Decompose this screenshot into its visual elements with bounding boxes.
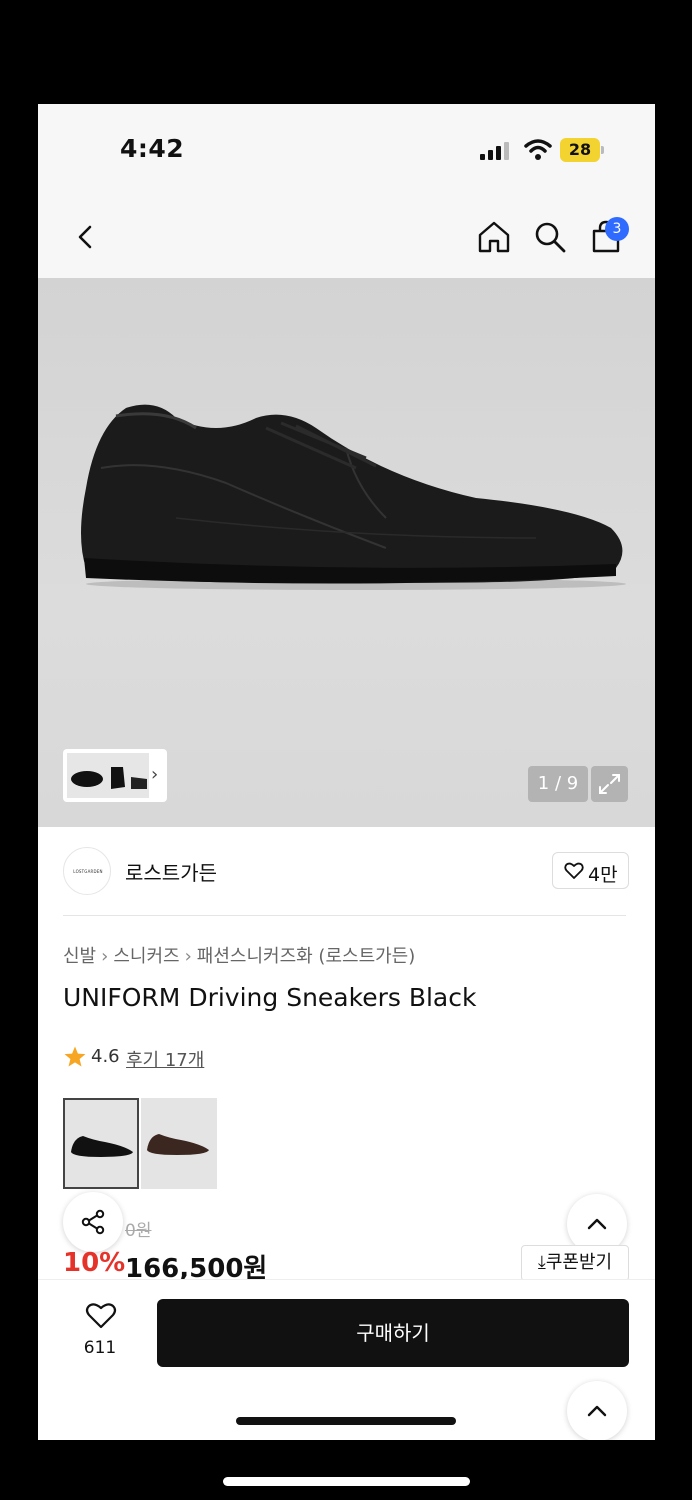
product-title: UNIFORM Driving Sneakers Black — [63, 983, 477, 1012]
review-count-link[interactable]: 후기 17개 — [126, 1046, 204, 1072]
color-swatch-black[interactable] — [63, 1098, 139, 1189]
discount-rate: 10% — [63, 1248, 126, 1278]
image-counter: 1 / 9 — [528, 766, 588, 802]
brand-name[interactable]: 로스트가든 — [125, 857, 217, 886]
home-indicator — [236, 1417, 456, 1425]
status-time: 4:42 — [120, 134, 185, 163]
home-icon[interactable] — [476, 219, 512, 255]
gallery-thumbnail-strip[interactable]: › — [63, 749, 167, 802]
breadcrumb-separator: › — [184, 946, 192, 967]
breadcrumb-item[interactable]: 패션스니커즈화 (로스트가든) — [197, 946, 416, 967]
search-icon[interactable] — [532, 219, 568, 255]
rating-score: 4.6 — [91, 1046, 120, 1067]
breadcrumb: 신발 › 스니커즈 › 패션스니커즈화 (로스트가든) — [63, 942, 415, 968]
battery-level: 28 — [568, 140, 592, 159]
download-icon: ⤓ — [537, 1252, 546, 1273]
breadcrumb-separator: › — [101, 946, 109, 967]
wishlist-count: 611 — [83, 1338, 117, 1358]
color-swatch-brown[interactable] — [141, 1098, 217, 1189]
top-nav-bar — [38, 199, 655, 278]
coupon-download-button[interactable]: ⤓쿠폰받기 — [521, 1245, 629, 1281]
original-price: 0원 — [125, 1221, 152, 1241]
star-icon — [64, 1046, 86, 1067]
cart-count-badge: 3 — [605, 217, 629, 241]
heart-outline-icon — [564, 862, 584, 879]
scroll-top-button[interactable] — [567, 1381, 627, 1440]
thumbnail-next-chevron-icon: › — [151, 764, 159, 785]
wifi-icon — [524, 139, 552, 160]
wishlist-button[interactable]: 611 — [78, 1302, 122, 1362]
heart-outline-icon — [85, 1303, 117, 1329]
product-image-gallery[interactable]: › 1 / 9 — [38, 278, 655, 827]
brand-like-button[interactable]: 4만 — [552, 852, 629, 889]
coupon-label: 쿠폰받기 — [545, 1252, 613, 1273]
home-indicator — [223, 1477, 470, 1486]
breadcrumb-item[interactable]: 신발 — [63, 946, 96, 967]
battery-icon: 28 — [560, 138, 604, 162]
breadcrumb-item[interactable]: 스니커즈 — [113, 946, 179, 967]
divider — [63, 915, 626, 916]
brand-logo[interactable]: LOSTGARDEN — [63, 847, 111, 895]
brand-like-count: 4만 — [588, 864, 618, 886]
brand-logo-text: LOSTGARDEN — [73, 869, 103, 874]
chevron-up-icon — [587, 1405, 607, 1417]
chevron-up-icon — [587, 1218, 607, 1230]
product-image-shoe — [81, 404, 626, 590]
status-bar: 4:42 28 — [38, 104, 655, 199]
share-button[interactable] — [63, 1192, 123, 1252]
expand-icon[interactable] — [591, 766, 628, 802]
share-icon — [81, 1209, 105, 1235]
cellular-signal-icon — [480, 142, 509, 160]
buy-button[interactable]: 구매하기 — [157, 1299, 629, 1367]
back-chevron-icon[interactable] — [68, 219, 104, 255]
phone-screen: 4:42 28 3 › 1 / 9 LOSTGARDEN 로스트가든 4만 신발… — [38, 104, 655, 1440]
